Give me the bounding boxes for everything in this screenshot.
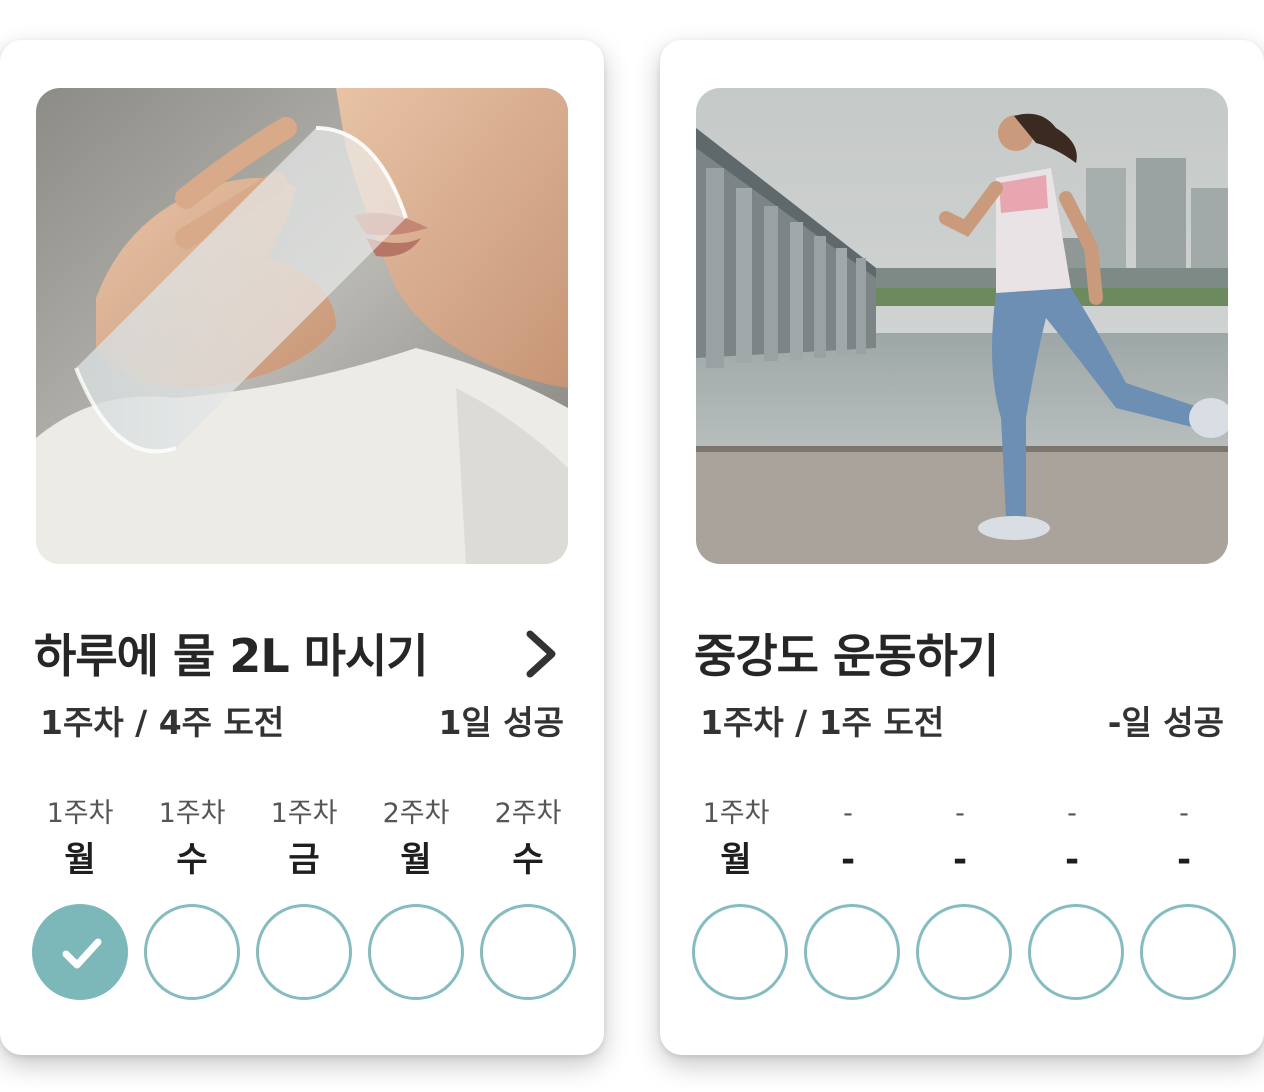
day-check-circle[interactable] xyxy=(144,904,240,1000)
checkmark-icon xyxy=(62,938,102,969)
day-label: 월 xyxy=(720,840,752,880)
week-label: - xyxy=(843,798,853,829)
week-label: 2주차 xyxy=(382,798,450,829)
day-column: 2주차 월 xyxy=(360,796,472,882)
day-label: - xyxy=(1176,840,1192,880)
success-count: 1일 성공 xyxy=(438,703,564,742)
day-label: 금 xyxy=(288,840,320,880)
day-label: 월 xyxy=(64,840,96,880)
week-label: 1주차 xyxy=(270,798,338,829)
day-column: 1주차 금 xyxy=(248,796,360,882)
challenge-title: 하루에 물 2L 마시기 xyxy=(34,629,429,683)
woman-drinking-water-photo xyxy=(36,88,568,564)
challenge-progress: 1주차 / 1주 도전 xyxy=(700,703,945,742)
week-label: - xyxy=(955,798,965,829)
day-column: - - xyxy=(904,796,1016,882)
challenge-card-water[interactable]: 하루에 물 2L 마시기 1주차 / 4주 도전 1일 성공 1주차 월 1주차… xyxy=(0,40,604,1055)
day-check-circle[interactable] xyxy=(256,904,352,1000)
day-label: - xyxy=(840,840,856,880)
challenge-card-exercise[interactable]: 중강도 운동하기 1주차 / 1주 도전 -일 성공 1주차 월 - - - -… xyxy=(660,40,1264,1055)
success-count: -일 성공 xyxy=(1107,703,1224,742)
day-check-circle[interactable] xyxy=(368,904,464,1000)
week-label: - xyxy=(1179,798,1189,829)
day-label: 월 xyxy=(400,840,432,880)
day-check-circle-completed[interactable] xyxy=(32,904,128,1000)
day-column: 2주차 수 xyxy=(472,796,584,882)
day-label: 수 xyxy=(512,840,544,880)
day-column: - - xyxy=(1128,796,1240,882)
day-column: 1주차 월 xyxy=(680,796,792,882)
day-label: - xyxy=(952,840,968,880)
day-check-circle[interactable] xyxy=(804,904,900,1000)
day-check-circle[interactable] xyxy=(692,904,788,1000)
day-check-circle[interactable] xyxy=(916,904,1012,1000)
day-label: 수 xyxy=(176,840,208,880)
day-label: - xyxy=(1064,840,1080,880)
day-check-circle[interactable] xyxy=(480,904,576,1000)
challenge-title: 중강도 운동하기 xyxy=(694,629,999,683)
day-column: 1주차 수 xyxy=(136,796,248,882)
week-label: 1주차 xyxy=(158,798,226,829)
week-label: 1주차 xyxy=(46,798,114,829)
week-label: - xyxy=(1067,798,1077,829)
day-check-circle[interactable] xyxy=(1028,904,1124,1000)
day-column: - - xyxy=(1016,796,1128,882)
chevron-right-icon[interactable] xyxy=(520,626,564,682)
week-label: 2주차 xyxy=(494,798,562,829)
day-column: - - xyxy=(792,796,904,882)
day-check-circle[interactable] xyxy=(1140,904,1236,1000)
challenge-progress: 1주차 / 4주 도전 xyxy=(40,703,285,742)
day-column: 1주차 월 xyxy=(24,796,136,882)
week-label: 1주차 xyxy=(702,798,770,829)
woman-running-by-river-photo xyxy=(696,88,1228,564)
